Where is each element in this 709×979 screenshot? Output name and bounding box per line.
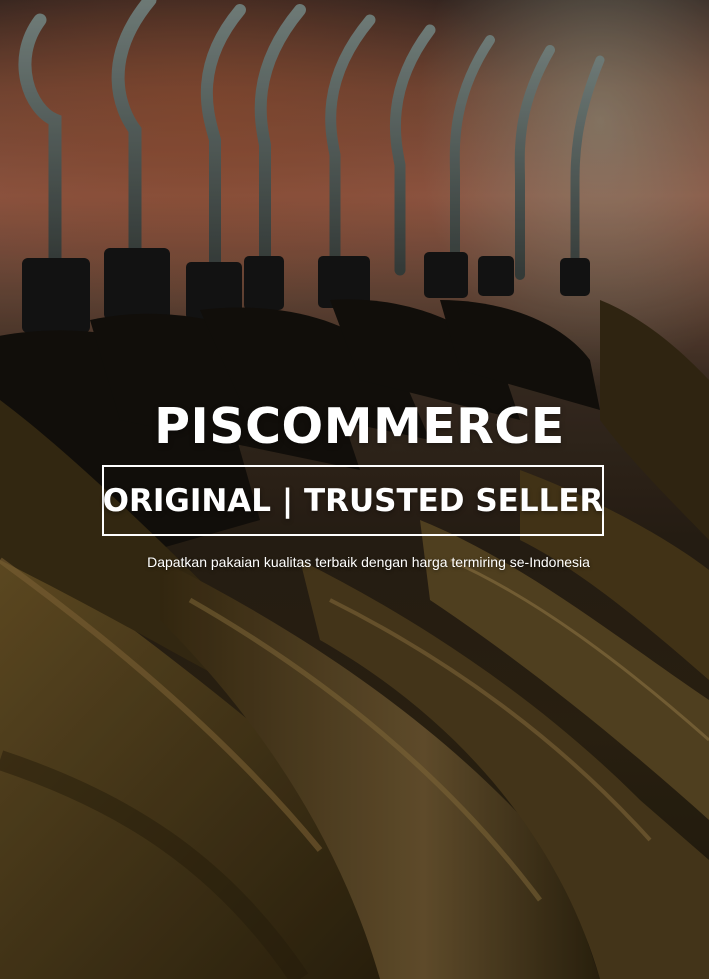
hero-subtitle: Dapatkan pakaian kualitas terbaik dengan… — [147, 554, 590, 570]
brand-title: PISCOMMERCE — [154, 398, 565, 455]
tagline-frame: ORIGINAL | TRUSTED SELLER — [102, 465, 604, 536]
tagline-text: ORIGINAL | TRUSTED SELLER — [102, 482, 604, 519]
hero-content: PISCOMMERCE ORIGINAL | TRUSTED SELLER Da… — [0, 0, 709, 979]
